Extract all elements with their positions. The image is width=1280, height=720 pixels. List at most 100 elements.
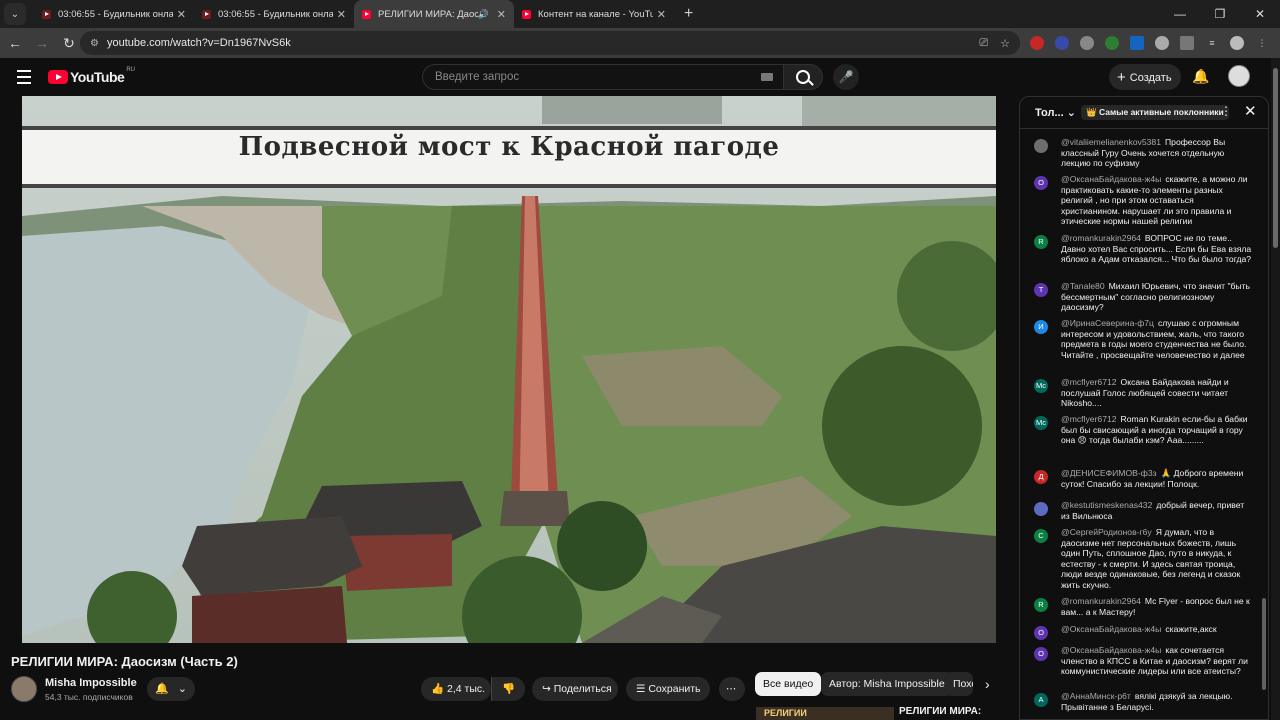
chat-message: И @ИринаСеверина-ф7ц слушаю с огромным инт…	[1034, 318, 1254, 360]
chip-all-videos[interactable]: Все видео	[755, 672, 822, 696]
chat-author-name[interactable]: @ДЕНИСЕФИМОВ-ф3з	[1061, 468, 1157, 478]
extension-icon[interactable]	[1030, 36, 1044, 50]
chat-author-avatar[interactable]: Mc	[1034, 416, 1048, 430]
chat-author-name[interactable]: @Tanale80	[1061, 281, 1105, 291]
extension-icon[interactable]	[1155, 36, 1169, 50]
bookmark-star-icon[interactable]: ☆	[1000, 37, 1010, 50]
chips-next-chevron-icon[interactable]: ›	[985, 676, 990, 692]
close-chat-icon[interactable]: ✕	[1244, 102, 1257, 120]
chevron-down-icon: ⌄	[1066, 107, 1076, 119]
close-tab-icon[interactable]: ✕	[497, 8, 506, 21]
create-button[interactable]: + Создать	[1109, 64, 1181, 90]
chat-message: О @ОксанаБайдакова-ж4ы как сочетается член…	[1034, 645, 1254, 677]
profile-avatar-icon[interactable]	[1230, 36, 1244, 50]
chat-author-name[interactable]: @ОксанаБайдакова-ж4ы	[1061, 624, 1161, 634]
chat-author-name[interactable]: @romankurakin2964	[1061, 233, 1141, 243]
chip-similar[interactable]: Похо	[945, 672, 973, 696]
extensions-puzzle-icon[interactable]	[1180, 36, 1194, 50]
chat-author-name[interactable]: @vitaliiemelianenkov5381	[1061, 137, 1161, 147]
chat-message: С @СергейРодионов-г6у Я думал, что в даоси…	[1034, 527, 1254, 590]
channel-name[interactable]: Misha Impossible	[45, 677, 137, 689]
notifications-bell-icon[interactable]: 🔔	[1192, 68, 1209, 85]
dislike-button[interactable]: 👎	[491, 677, 525, 701]
extension-icon[interactable]	[1130, 36, 1144, 50]
close-tab-icon[interactable]: ✕	[657, 8, 666, 21]
close-tab-icon[interactable]: ✕	[337, 8, 346, 21]
chat-author-avatar[interactable]: О	[1034, 647, 1048, 661]
restore-icon[interactable]: ❐	[1200, 0, 1240, 28]
speaker-icon[interactable]: 🔊	[478, 9, 489, 20]
tab-title: Контент на канале - YouTube Stu	[538, 8, 653, 20]
chat-menu-icon[interactable]: ⋮	[1220, 104, 1232, 118]
chat-author-avatar[interactable]	[1034, 139, 1048, 153]
voice-search-mic-icon[interactable]: 🎤	[833, 64, 859, 90]
browser-tab-4[interactable]: Контент на канале - YouTube Stu ✕	[514, 0, 674, 28]
chat-author-name[interactable]: @mcflyer6712	[1061, 377, 1117, 387]
chip-author[interactable]: Автор: Misha Impossible	[821, 672, 953, 696]
region-code: RU	[126, 67, 135, 73]
chat-author-avatar[interactable]: А	[1034, 693, 1048, 707]
chat-author-avatar[interactable]: С	[1034, 529, 1048, 543]
back-icon[interactable]: ←	[3, 35, 27, 51]
browser-toolbar: ← → ↻ ⚙ youtube.com/watch?v=Dn1967NvS6k …	[0, 28, 1280, 58]
chat-author-avatar[interactable]	[1034, 502, 1048, 516]
top-fans-badge[interactable]: 👑 Самые активные поклонники	[1081, 105, 1229, 120]
channel-avatar[interactable]	[11, 676, 37, 702]
chat-mode-selector[interactable]: Тол... ⌄	[1035, 106, 1076, 119]
extension-icon[interactable]	[1105, 36, 1119, 50]
forward-icon[interactable]: →	[30, 35, 54, 51]
cast-icon[interactable]: ⎚	[979, 37, 988, 50]
chat-author-avatar[interactable]: Д	[1034, 470, 1048, 484]
save-button[interactable]: ☰ Сохранить	[626, 677, 710, 701]
search-button[interactable]	[783, 64, 823, 90]
browser-tab-2[interactable]: 03:06:55 - Будильник онлайн ✕	[194, 0, 354, 28]
extension-icon[interactable]	[1055, 36, 1069, 50]
browser-menu-icon[interactable]: ⋮	[1255, 36, 1269, 50]
chat-author-avatar[interactable]: R	[1034, 235, 1048, 249]
chat-author-avatar[interactable]: R	[1034, 598, 1048, 612]
chat-author-avatar[interactable]: T	[1034, 283, 1048, 297]
chat-author-name[interactable]: @АннаМинск-р6т	[1061, 691, 1131, 701]
chat-author-name[interactable]: @romankurakin2964	[1061, 596, 1141, 606]
youtube-logo[interactable]: YouTube RU	[48, 67, 135, 85]
next-video-title[interactable]: РЕЛИГИИ МИРА:	[899, 706, 981, 717]
new-tab-icon[interactable]: +	[684, 5, 693, 23]
chat-author-name[interactable]: @kestutismeskenas432	[1061, 500, 1152, 510]
extension-icon[interactable]	[1080, 36, 1094, 50]
browser-tab-strip: ⌄ 03:06:55 - Будильник онлайн ✕ 03:06:55…	[0, 0, 1280, 28]
browser-tab-active[interactable]: РЕЛИГИИ МИРА: Даосизм 🔊 ✕	[354, 0, 514, 28]
browser-tab-1[interactable]: 03:06:55 - Будильник онлайн ✕	[34, 0, 194, 28]
video-player[interactable]: Подвесной мост к Красной пагоде	[22, 96, 996, 643]
live-chat-panel: Тол... ⌄ 👑 Самые активные поклонники ⋮ ✕…	[1019, 96, 1269, 720]
keyboard-icon[interactable]	[761, 73, 773, 81]
close-tab-icon[interactable]: ✕	[177, 8, 186, 21]
next-video-thumbnail[interactable]: РЕЛИГИИ	[756, 707, 894, 720]
video-banner-text: Подвесной мост к Красной пагоде	[238, 132, 780, 162]
chat-author-name[interactable]: @СергейРодионов-г6у	[1061, 527, 1152, 537]
subscription-bell-button[interactable]: 🔔 ⌄	[147, 677, 195, 701]
chat-message: R @romankurakin2964 ВОПРОС не по теме.. Да…	[1034, 233, 1254, 265]
share-button[interactable]: ↪ Поделиться	[532, 677, 618, 701]
chat-author-avatar[interactable]: О	[1034, 176, 1048, 190]
chat-author-name[interactable]: @ОксанаБайдакова-ж4ы	[1061, 645, 1161, 655]
account-avatar[interactable]	[1228, 65, 1250, 87]
search-input[interactable]: Введите запрос	[422, 64, 784, 90]
minimize-icon[interactable]: —	[1160, 0, 1200, 28]
like-button[interactable]: 👍 2,4 тыс.	[421, 677, 491, 701]
chat-author-name[interactable]: @ИринаСеверина-ф7ц	[1061, 318, 1154, 328]
reading-list-icon[interactable]: ≡	[1205, 36, 1219, 50]
chat-author-avatar[interactable]: О	[1034, 626, 1048, 640]
chat-author-avatar[interactable]: Mc	[1034, 379, 1048, 393]
tab-search-chevron-icon[interactable]: ⌄	[4, 3, 26, 25]
page-scrollbar[interactable]	[1271, 58, 1280, 720]
chat-author-name[interactable]: @mcflyer6712	[1061, 414, 1117, 424]
close-window-icon[interactable]: ✕	[1240, 0, 1280, 28]
chat-author-name[interactable]: @ОксанаБайдакова-ж4ы	[1061, 174, 1161, 184]
site-info-icon[interactable]: ⚙	[90, 38, 99, 49]
chat-author-avatar[interactable]: И	[1034, 320, 1048, 334]
reload-icon[interactable]: ↻	[57, 35, 81, 52]
chat-scrollbar[interactable]	[1262, 598, 1266, 690]
hamburger-menu-icon[interactable]	[17, 70, 31, 88]
more-actions-button[interactable]: ⋯	[719, 677, 745, 701]
address-bar[interactable]: ⚙ youtube.com/watch?v=Dn1967NvS6k ⎚ ☆	[80, 31, 1020, 55]
